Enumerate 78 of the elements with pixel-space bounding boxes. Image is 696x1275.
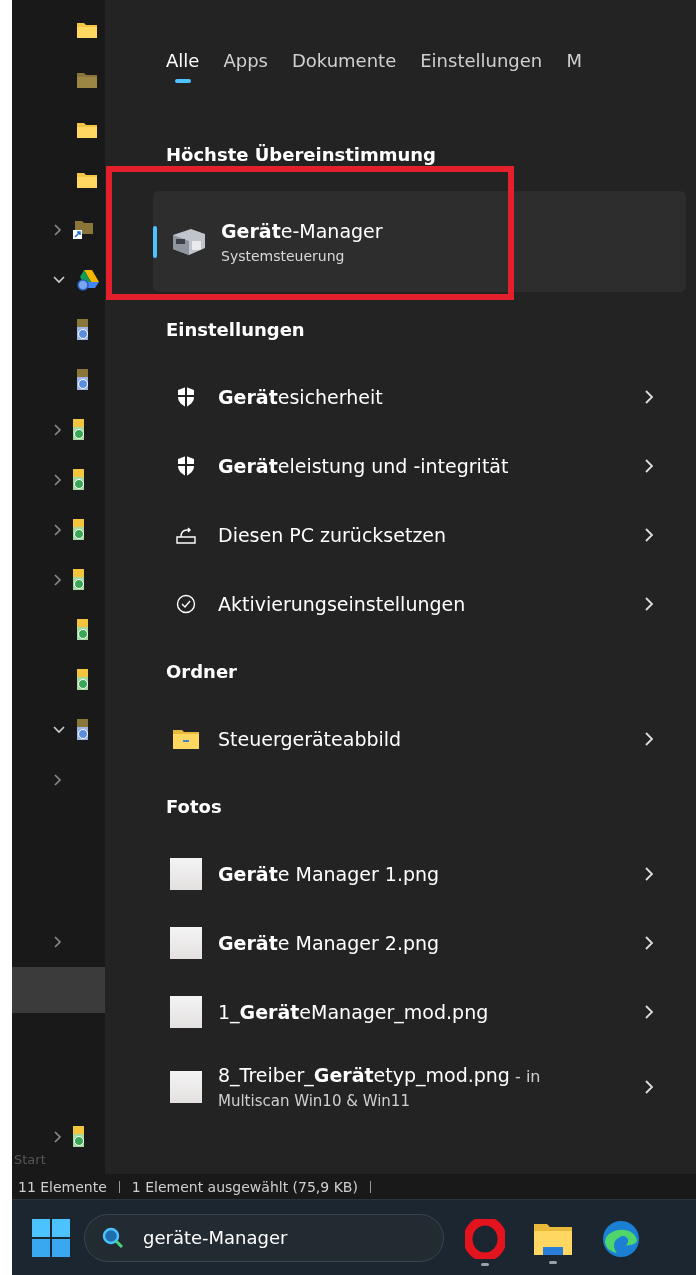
- folder-shortcut-icon: [72, 220, 94, 240]
- result-label[interactable]: 1_GeräteManager_mod.png: [218, 1000, 628, 1023]
- shield-icon: [176, 454, 196, 477]
- chevron-icon[interactable]: [52, 223, 62, 237]
- result-label[interactable]: Gerätesicherheit: [218, 385, 628, 408]
- result-subtitle: Systemsteuerung: [221, 247, 346, 264]
- result-label[interactable]: Geräte Manager 2.png: [218, 931, 628, 954]
- filter-tab[interactable]: Einstellungen: [420, 50, 543, 86]
- running-indicator: [481, 1263, 489, 1267]
- file-sync-icon: [72, 1125, 86, 1150]
- chevron-icon[interactable]: [52, 275, 66, 285]
- folder-icon: [76, 171, 98, 189]
- chevron-icon[interactable]: [52, 1130, 62, 1145]
- chevron-icon[interactable]: [644, 934, 654, 951]
- chevron-icon[interactable]: [52, 523, 62, 537]
- result-label[interactable]: 8_Treiber_Gerätetyp_mod.png: [218, 1064, 510, 1086]
- running-indicator: [549, 1261, 557, 1265]
- swirl-browser-icon[interactable]: [601, 1219, 641, 1260]
- file-sync-icon: [72, 568, 86, 592]
- start-label: Start: [13, 1152, 47, 1170]
- browser-icon[interactable]: [465, 1219, 505, 1260]
- result-label[interactable]: Geräte Manager 1.png: [218, 862, 628, 885]
- file-sync-icon: [72, 518, 86, 542]
- chevron-icon[interactable]: [52, 423, 62, 437]
- file-sync-icon: [76, 718, 90, 742]
- best-match-result[interactable]: Geräte-Manager Systemsteuerung: [153, 191, 686, 292]
- photo-placeholder: [170, 857, 202, 890]
- file-sync-icon: [76, 668, 90, 692]
- device-icon: [171, 226, 207, 257]
- chevron-icon[interactable]: [644, 730, 654, 747]
- chevron-icon[interactable]: [644, 865, 654, 882]
- result-label[interactable]: Steuergeräteabbild: [218, 727, 628, 750]
- chevron-icon[interactable]: [644, 1003, 654, 1020]
- chevron-icon[interactable]: [52, 473, 62, 487]
- section-heading: Ordner: [166, 660, 238, 684]
- file-sync-icon: [76, 318, 90, 342]
- chevron-icon[interactable]: [52, 935, 62, 949]
- chevron-icon[interactable]: [644, 526, 654, 543]
- windows-logo-icon[interactable]: [32, 1218, 70, 1257]
- result-suffix: - in: [514, 1067, 541, 1086]
- file-sync-icon: [76, 368, 90, 392]
- result-label[interactable]: Aktivierungseinstellungen: [218, 592, 628, 615]
- section-heading: Höchste Übereinstimmung: [166, 143, 437, 167]
- chevron-icon[interactable]: [644, 388, 654, 405]
- result-label[interactable]: Diesen PC zurücksetzen: [218, 523, 628, 546]
- search-icon: [102, 1226, 124, 1249]
- result-title: Geräte-Manager: [221, 219, 383, 242]
- chevron-icon[interactable]: [52, 573, 62, 587]
- filter-tab[interactable]: Alle: [166, 50, 200, 86]
- result-location: Multiscan Win10 & Win11: [218, 1092, 411, 1110]
- chevron-icon[interactable]: [644, 595, 654, 612]
- file-sync-icon: [72, 418, 86, 442]
- section-heading: Einstellungen: [166, 318, 306, 342]
- chevron-icon[interactable]: [644, 457, 654, 474]
- folder-icon: [76, 71, 98, 89]
- chevron-icon[interactable]: [52, 773, 62, 787]
- shield-icon: [176, 385, 196, 408]
- folder-icon: [76, 21, 98, 39]
- filter-tab[interactable]: M: [566, 50, 583, 86]
- file-sync-icon: [72, 468, 86, 492]
- check-circle-icon: [176, 593, 196, 614]
- filter-tab[interactable]: Dokumente: [291, 50, 397, 86]
- result-label[interactable]: Geräteleistung und -integrität: [218, 454, 628, 477]
- file-sync-icon: [76, 618, 90, 642]
- folder-icon: [76, 121, 98, 139]
- chevron-icon[interactable]: [52, 725, 66, 735]
- photo-placeholder: [170, 1071, 202, 1103]
- status-text: 1 Element ausgewählt (75,9 KB): [131, 1178, 358, 1195]
- filter-tab[interactable]: Apps: [223, 50, 268, 86]
- folder-icon[interactable]: [533, 1221, 573, 1258]
- chevron-icon[interactable]: [644, 1079, 654, 1095]
- status-text: 11 Elemente: [18, 1178, 107, 1195]
- folder-icon: [172, 727, 200, 750]
- photo-placeholder: [170, 926, 202, 959]
- drive-icon: [76, 269, 100, 291]
- section-heading: Fotos: [166, 795, 223, 819]
- search-field[interactable]: geräte-Manager: [84, 1213, 444, 1262]
- photo-placeholder: [170, 995, 202, 1028]
